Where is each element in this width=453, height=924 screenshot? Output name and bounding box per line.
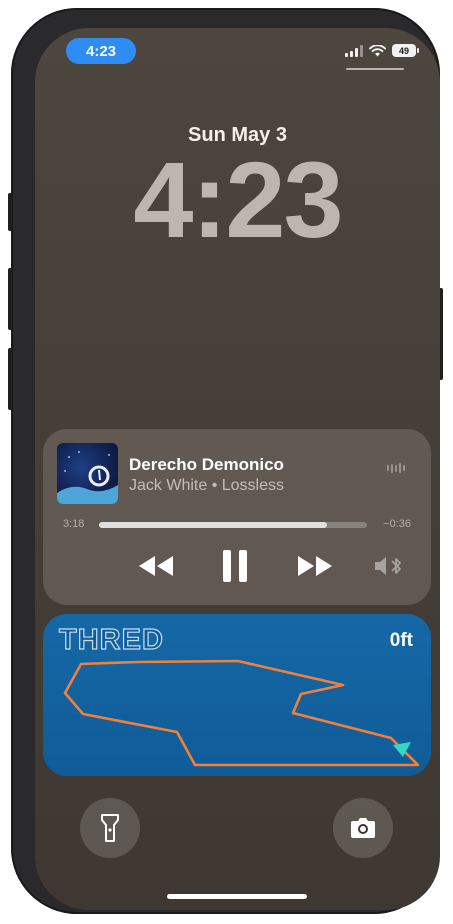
cellular-signal-icon [345, 44, 363, 57]
album-artwork[interactable] [57, 443, 118, 504]
now-playing-widget[interactable]: Derecho Demonico Jack White • Lossless 3… [43, 429, 431, 605]
elapsed-time: 3:18 [63, 518, 85, 530]
remaining-time: −0:36 [383, 518, 411, 530]
altitude-readout: 0ft [389, 630, 413, 651]
camera-icon [351, 818, 375, 838]
pause-icon[interactable] [221, 548, 249, 584]
playback-progress-fill [99, 522, 327, 528]
thred-live-activity[interactable]: THRED 0ft [43, 614, 431, 776]
phone-frame: 4:23 49 Sun May 3 4:23 Derecho Demonico … [8, 8, 443, 914]
rewind-icon[interactable] [136, 554, 176, 578]
fast-forward-icon[interactable] [295, 554, 335, 578]
speaker-bluetooth-icon[interactable] [373, 555, 405, 577]
flashlight-button[interactable] [80, 798, 140, 858]
track-title: Derecho Demonico [129, 455, 284, 474]
camera-button[interactable] [333, 798, 393, 858]
lock-screen: 4:23 49 Sun May 3 4:23 Derecho Demonico … [35, 28, 440, 910]
wifi-icon [369, 44, 386, 56]
status-time-pill[interactable]: 4:23 [66, 38, 136, 64]
action-button [8, 193, 12, 231]
track-artist: Jack White • Lossless [129, 477, 284, 494]
flashlight-icon [101, 814, 119, 842]
game-title: THRED [58, 623, 164, 656]
volume-down-button [8, 348, 12, 410]
control-center-indicator[interactable] [346, 68, 404, 70]
lock-clock: 4:23 [133, 139, 343, 260]
battery-icon: 49 [392, 44, 419, 57]
status-icons: 49 [345, 44, 419, 57]
audio-waveform-icon [387, 463, 405, 473]
playback-scrubber[interactable] [99, 522, 367, 528]
volume-up-button [8, 268, 12, 330]
home-indicator[interactable] [167, 894, 307, 899]
